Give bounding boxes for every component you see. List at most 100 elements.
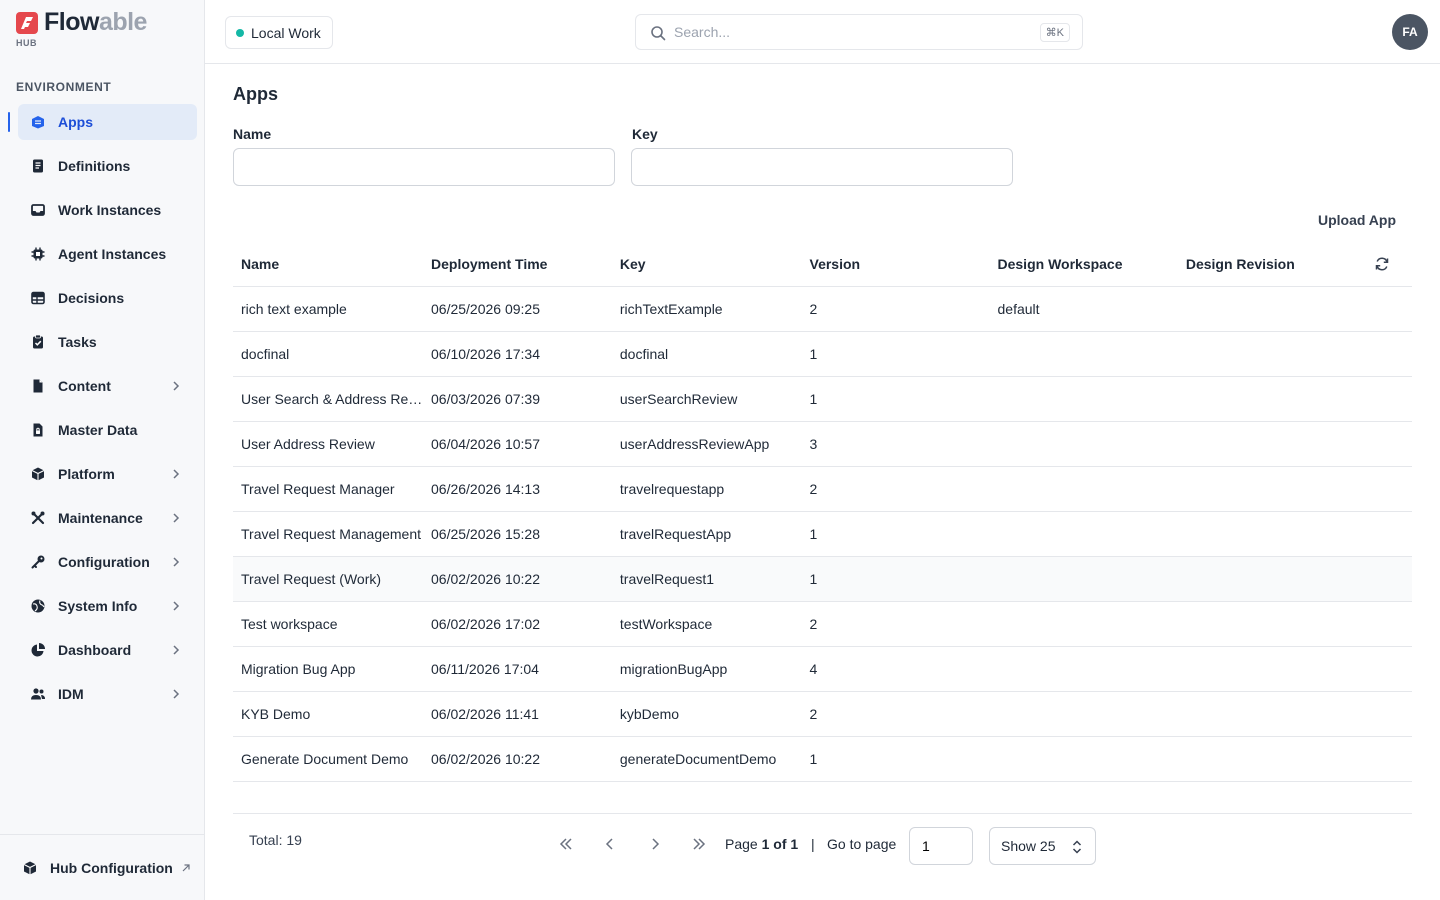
sidebar-item-idm[interactable]: IDM — [18, 676, 197, 712]
sidebar-item-label: Master Data — [58, 422, 138, 438]
page-size-select[interactable]: Show 25 — [989, 827, 1096, 865]
refresh-cell — [1366, 242, 1412, 287]
table-cell — [1177, 601, 1366, 647]
table-cell — [1177, 511, 1366, 557]
table-cell — [1177, 331, 1366, 377]
chevron-right-icon — [173, 689, 180, 699]
column-header-deployment-time[interactable]: Deployment Time — [423, 242, 612, 287]
table-row[interactable]: User Address Review 06/04/2026 10:57 userA… — [233, 421, 1412, 467]
table-row[interactable]: rich text example 06/25/2026 09:25 richTex… — [233, 286, 1412, 332]
go-to-page-input[interactable] — [909, 827, 973, 865]
table-cell: 06/25/2026 09:25 — [423, 286, 612, 332]
column-header-key[interactable]: Key — [611, 242, 802, 287]
table-cell-actions — [1366, 646, 1412, 692]
sidebar-item-label: Platform — [58, 466, 115, 482]
next-page-button[interactable] — [645, 834, 665, 854]
table-cell: 06/03/2026 07:39 — [423, 376, 612, 422]
sidebar-item-dashboard[interactable]: Dashboard — [18, 632, 197, 668]
apps-icon — [30, 114, 46, 130]
logo-subtitle: HUB — [16, 38, 37, 48]
table-cell: 2 — [801, 466, 990, 512]
chevron-right-icon — [173, 645, 180, 655]
table-cell-actions — [1366, 421, 1412, 467]
table-cell: 06/11/2026 17:04 — [423, 646, 612, 692]
table-cell — [1177, 646, 1366, 692]
sidebar-item-label: Definitions — [58, 158, 131, 174]
sidebar-item-maintenance[interactable]: Maintenance — [18, 500, 197, 536]
table-cell: 1 — [801, 376, 990, 422]
sidebar-item-platform[interactable]: Platform — [18, 456, 197, 492]
first-page-button[interactable] — [556, 834, 576, 854]
hub-configuration-label: Hub Configuration — [50, 859, 173, 876]
name-filter-input[interactable] — [233, 148, 615, 186]
table-row[interactable]: Test workspace 06/02/2026 17:02 testWorksp… — [233, 601, 1412, 647]
table-cell: Test workspace — [233, 601, 423, 647]
sidebar-item-agent-instances[interactable]: Agent Instances — [18, 236, 197, 272]
file-lock-icon — [30, 422, 46, 438]
refresh-icon[interactable] — [1374, 256, 1390, 272]
table-row[interactable]: KYB Demo 06/02/2026 11:41 kybDemo 2 — [233, 691, 1412, 737]
pager-separator: | — [811, 836, 815, 852]
column-header-version[interactable]: Version — [801, 242, 990, 287]
sidebar-item-system-info[interactable]: System Info — [18, 588, 197, 624]
hub-configuration-link[interactable]: Hub Configuration — [0, 834, 205, 900]
table-cell — [989, 646, 1178, 692]
table-cell-actions — [1366, 556, 1412, 602]
workspace-selector[interactable]: Local Work — [225, 16, 333, 49]
clipboard-check-icon — [30, 334, 46, 350]
key-filter-label: Key — [632, 126, 658, 142]
table-cell: User Address Review — [233, 421, 423, 467]
table-row[interactable]: User Search & Address Review 06/03/2026 0… — [233, 376, 1412, 422]
sidebar-item-label: Maintenance — [58, 510, 143, 526]
table-row[interactable]: Migration Bug App 06/11/2026 17:04 migrati… — [233, 646, 1412, 692]
sidebar-item-decisions[interactable]: Decisions — [18, 280, 197, 316]
sidebar-item-apps[interactable]: Apps — [8, 104, 197, 140]
flowable-logo-icon — [16, 12, 38, 34]
table-cell: userSearchReview — [611, 376, 802, 422]
status-dot — [236, 29, 244, 37]
sidebar-item-tasks[interactable]: Tasks — [18, 324, 197, 360]
table-cell: travelrequestapp — [611, 466, 802, 512]
table-cell: 06/25/2026 15:28 — [423, 511, 612, 557]
sidebar-item-work-instances[interactable]: Work Instances — [18, 192, 197, 228]
sidebar-item-master-data[interactable]: Master Data — [18, 412, 197, 448]
sidebar-item-configuration[interactable]: Configuration — [18, 544, 197, 580]
table-cell: kybDemo — [611, 691, 802, 737]
table-cell: Travel Request Manager — [233, 466, 423, 512]
table-cell — [989, 601, 1178, 647]
key-filter-input[interactable] — [631, 148, 1013, 186]
table-cell: 1 — [801, 736, 990, 782]
user-avatar[interactable]: FA — [1392, 14, 1428, 50]
sidebar-item-content[interactable]: Content — [18, 368, 197, 404]
table-cell: 06/04/2026 10:57 — [423, 421, 612, 467]
search-icon — [651, 26, 666, 41]
table-row[interactable]: Travel Request Manager 06/26/2026 14:13 tr… — [233, 466, 1412, 512]
column-header-design-revision[interactable]: Design Revision — [1177, 242, 1366, 287]
table-cell: 1 — [801, 331, 990, 377]
sidebar-item-definitions[interactable]: Definitions — [18, 148, 197, 184]
workspace-label: Local Work — [251, 24, 321, 41]
search-shortcut-badge: ⌘K — [1039, 23, 1070, 42]
column-header-design-workspace[interactable]: Design Workspace — [989, 242, 1178, 287]
search-input[interactable] — [674, 24, 1014, 40]
table-row[interactable]: Travel Request Management 06/25/2026 15:2… — [233, 511, 1412, 557]
table-cell: migrationBugApp — [611, 646, 802, 692]
pagination: Total: 19 Page 1 of 1 | Go to page Show … — [233, 813, 1412, 883]
table-cell: 06/02/2026 17:02 — [423, 601, 612, 647]
table-cell — [989, 736, 1178, 782]
upload-app-button[interactable]: Upload App — [1318, 212, 1396, 228]
previous-page-button[interactable] — [600, 834, 620, 854]
last-page-button[interactable] — [689, 834, 709, 854]
chevron-right-icon — [173, 601, 180, 611]
table-row[interactable]: docfinal 06/10/2026 17:34 docfinal 1 — [233, 331, 1412, 377]
table-row[interactable]: Generate Document Demo 06/02/2026 10:22 ge… — [233, 736, 1412, 782]
table-cell: Travel Request (Work) — [233, 556, 423, 602]
table-cell-actions — [1366, 736, 1412, 782]
cube-icon — [22, 860, 38, 876]
column-header-name[interactable]: Name — [233, 242, 423, 287]
external-link-icon — [182, 864, 190, 872]
global-search[interactable]: ⌘K — [635, 14, 1083, 50]
table-header-row: Name Deployment Time Key Version Design … — [233, 242, 1412, 287]
table-cell: Generate Document Demo — [233, 736, 423, 782]
table-row[interactable]: Travel Request (Work) 06/02/2026 10:22 tra… — [233, 556, 1412, 602]
